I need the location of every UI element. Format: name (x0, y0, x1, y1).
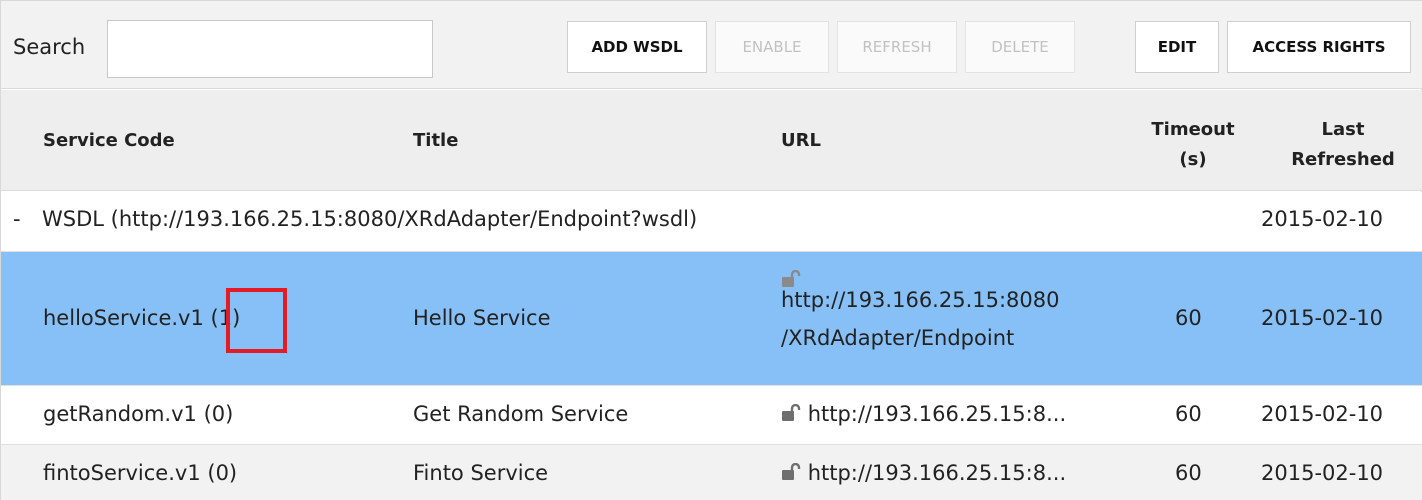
enable-button[interactable]: ENABLE (715, 21, 829, 73)
service-url-text: http://193.166.25.15:8... (807, 402, 1067, 426)
unlocked-lock-icon (781, 269, 801, 288)
service-code-name: helloService.v1 (43, 306, 204, 330)
access-rights-button[interactable]: ACCESS RIGHTS (1227, 21, 1411, 73)
column-header-last-refreshed-line1: Last (1321, 119, 1365, 140)
wsdl-group-row[interactable]: - WSDL (http://193.166.25.15:8080/XRdAda… (1, 192, 1422, 252)
search-label: Search (13, 35, 86, 59)
column-header-timeout[interactable]: Timeout (s) (1133, 115, 1253, 175)
service-title: Get Random Service (413, 402, 629, 426)
column-header-timeout-line1: Timeout (1151, 119, 1235, 140)
service-timeout: 60 (1175, 306, 1202, 330)
service-url-line2: /XRdAdapter/Endpoint (781, 326, 1015, 350)
service-code: helloService.v1 (1) (43, 306, 240, 330)
service-url-text: http://193.166.25.15:8... (807, 461, 1067, 485)
table-row-selected[interactable]: helloService.v1 (1) Hello Service http:/… (1, 252, 1422, 386)
service-last-refreshed: 2015-02-10 (1261, 402, 1384, 426)
service-last-refreshed: 2015-02-10 (1261, 461, 1384, 485)
service-code: fintoService.v1 (0) (43, 461, 238, 485)
service-code: getRandom.v1 (0) (43, 402, 234, 426)
service-title: Hello Service (413, 306, 551, 330)
table-row[interactable]: fintoService.v1 (0) Finto Service http:/… (1, 445, 1422, 500)
unlocked-lock-icon (781, 403, 801, 421)
service-last-refreshed: 2015-02-10 (1261, 306, 1384, 330)
service-title: Finto Service (413, 461, 549, 485)
services-panel: Search ADD WSDL ENABLE REFRESH DELETE ED… (0, 0, 1422, 500)
wsdl-url-label: WSDL (http://193.166.25.15:8080/XRdAdapt… (42, 207, 698, 231)
highlight-annotation-box (226, 288, 287, 353)
column-header-last-refreshed-line2: Refreshed (1291, 149, 1395, 170)
edit-button[interactable]: EDIT (1135, 21, 1219, 73)
delete-button[interactable]: DELETE (965, 21, 1075, 73)
search-input[interactable] (107, 20, 433, 78)
add-wsdl-button[interactable]: ADD WSDL (567, 21, 707, 73)
table-row[interactable]: getRandom.v1 (0) Get Random Service http… (1, 386, 1422, 445)
column-header-url[interactable]: URL (781, 130, 821, 151)
collapse-toggle[interactable]: - (13, 207, 21, 231)
column-header-title[interactable]: Title (413, 130, 458, 151)
column-header-last-refreshed[interactable]: Last Refreshed (1267, 115, 1419, 175)
wsdl-last-refreshed: 2015-02-10 (1261, 207, 1384, 231)
column-header-timeout-line2: (s) (1179, 149, 1207, 170)
service-url-line1: http://193.166.25.15:8080 (781, 288, 1060, 312)
refresh-button[interactable]: REFRESH (837, 21, 957, 73)
column-header-service-code[interactable]: Service Code (43, 130, 175, 151)
service-url: http://193.166.25.15:8... (781, 461, 1066, 485)
service-timeout: 60 (1175, 461, 1202, 485)
toolbar: Search ADD WSDL ENABLE REFRESH DELETE ED… (1, 1, 1422, 89)
table-header: Service Code Title URL Timeout (s) Last … (1, 90, 1422, 191)
service-url: http://193.166.25.15:8... (781, 402, 1066, 426)
unlocked-lock-icon (781, 462, 801, 480)
service-timeout: 60 (1175, 402, 1202, 426)
